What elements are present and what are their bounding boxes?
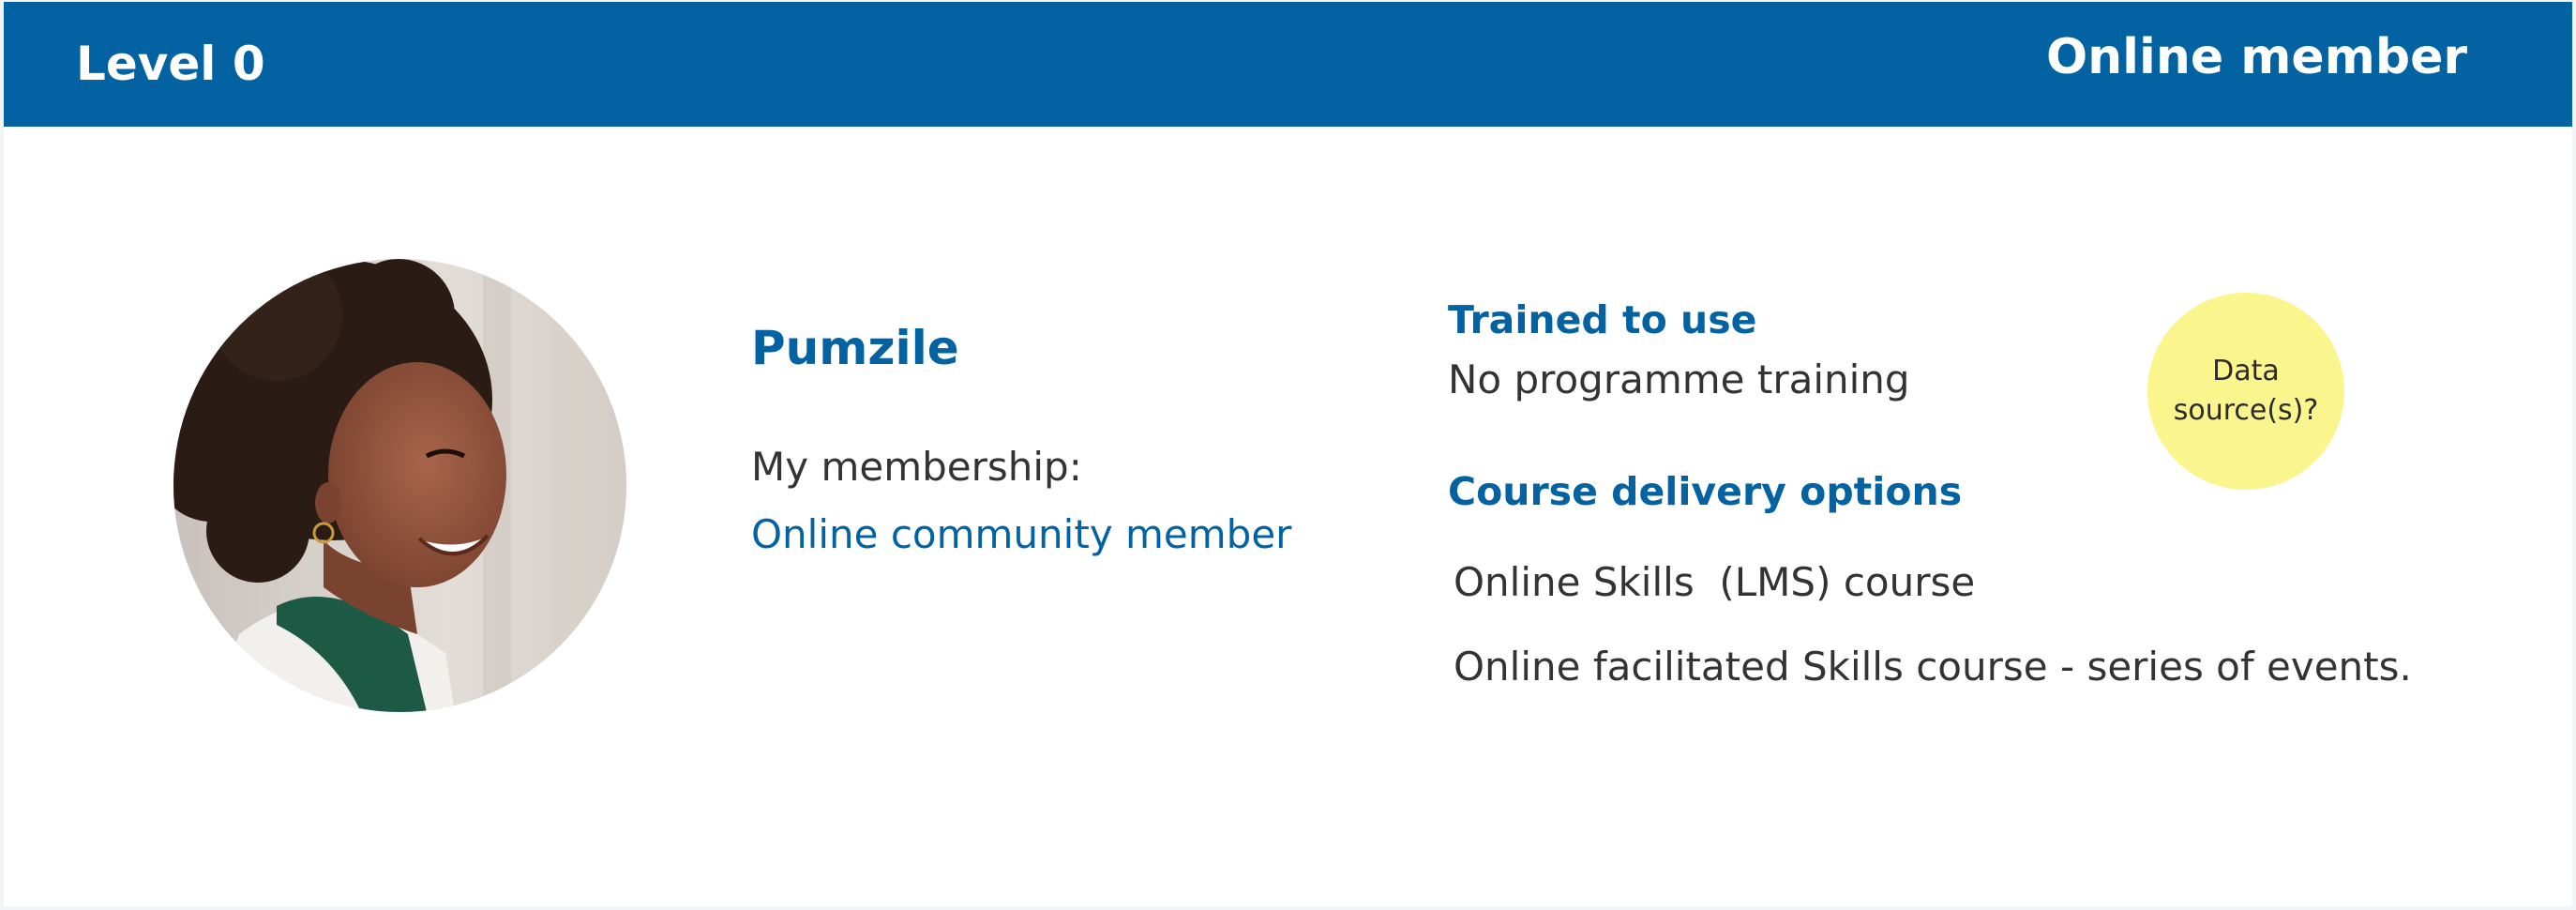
data-source-note-text: Data source(s)? [2173,355,2319,427]
trained-value: No programme training [1448,356,1910,402]
persona-name: Pumzile [751,321,959,375]
level-title: Level 0 [76,37,265,91]
membership-value: Online community member [751,511,1292,557]
membership-label: My membership: [751,444,1082,490]
persona-card: Level 0 Online member Pumzile My members… [4,2,2572,906]
delivery-option: Online facilitated Skills course - serie… [1454,644,2412,690]
delivery-option: Online Skills (LMS) course [1454,559,1976,605]
header-bar: Level 0 Online member [4,2,2572,127]
trained-heading: Trained to use [1448,297,1757,342]
delivery-heading: Course delivery options [1448,469,1963,514]
portrait-image [173,259,626,712]
member-type-title: Online member [2045,29,2467,85]
avatar [173,259,626,712]
data-source-sticky-note: Data source(s)? [2147,293,2344,490]
